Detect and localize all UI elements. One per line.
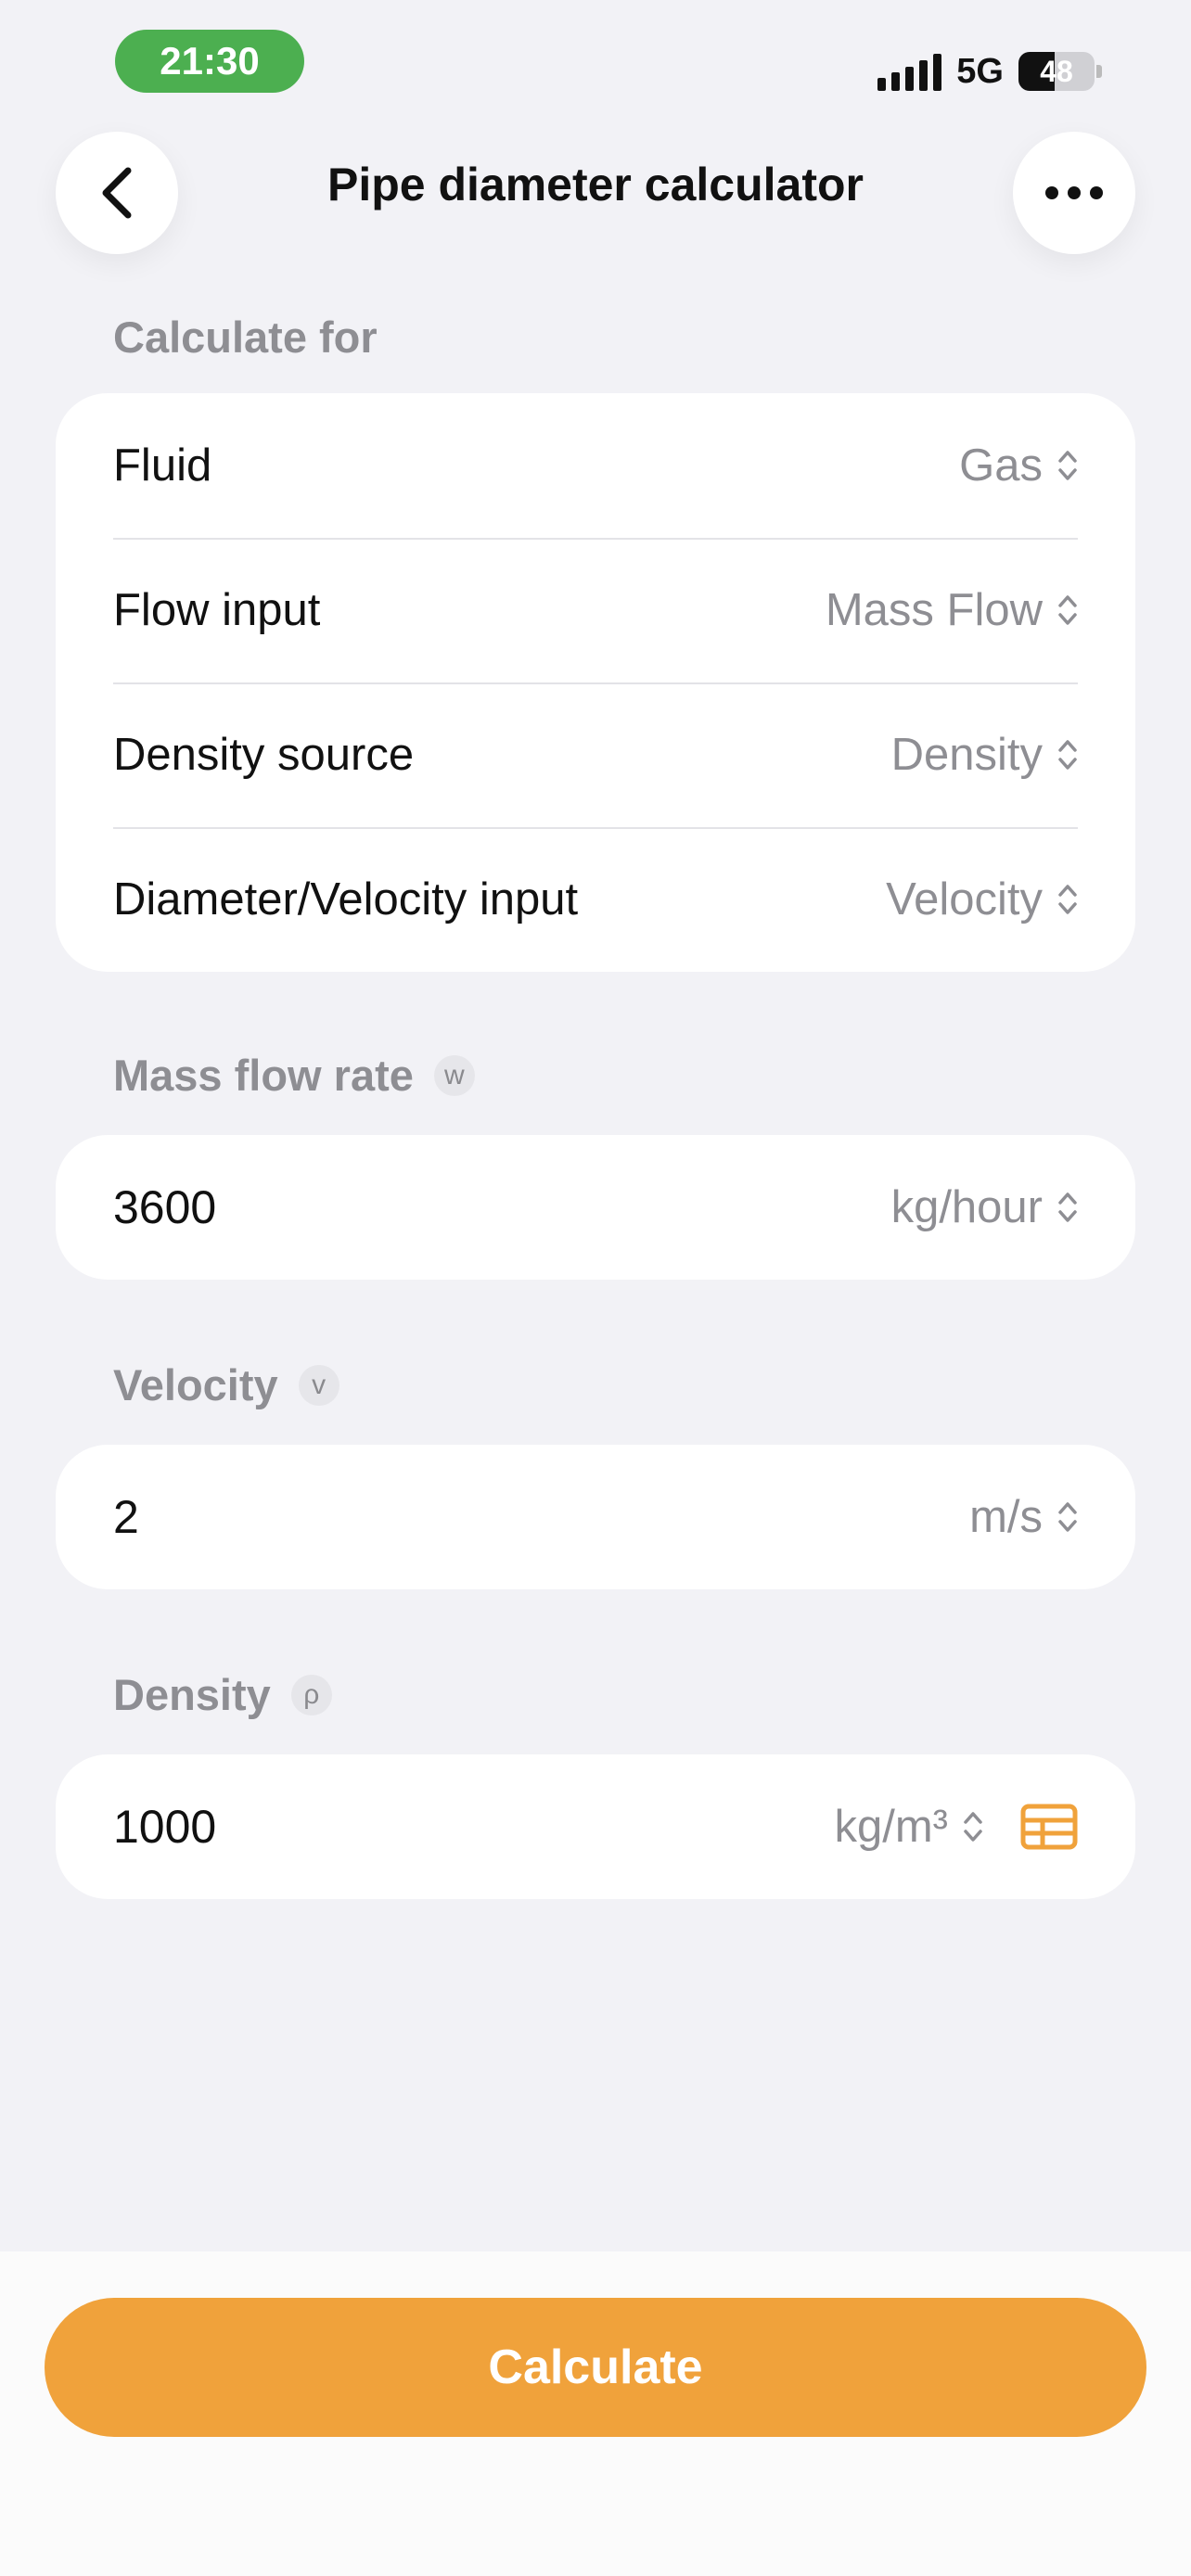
- more-button[interactable]: [1013, 132, 1135, 254]
- calculate-for-label: Calculate for: [113, 312, 378, 363]
- chevron-updown-icon: [1058, 451, 1077, 480]
- flow-input-value-text: Mass Flow: [825, 585, 1043, 635]
- density-unit-group: kg/m³: [835, 1801, 1079, 1853]
- fluid-selector[interactable]: Fluid Gas: [56, 393, 1135, 538]
- density-source-selector[interactable]: Density source Density: [56, 682, 1135, 827]
- mass-flow-symbol: w: [433, 1054, 475, 1096]
- mass-flow-input-card: 3600 kg/hour: [56, 1135, 1135, 1280]
- fluid-label: Fluid: [113, 440, 212, 491]
- chevron-updown-icon: [1058, 1502, 1077, 1532]
- diameter-velocity-label: Diameter/Velocity input: [113, 874, 579, 925]
- velocity-unit-selector[interactable]: m/s: [969, 1491, 1078, 1543]
- density-unit: kg/m³: [834, 1802, 949, 1852]
- page-title: Pipe diameter calculator: [327, 159, 864, 210]
- battery-icon: 48: [1018, 52, 1095, 91]
- flow-input-selector[interactable]: Flow input Mass Flow: [56, 538, 1135, 682]
- fluid-value: Gas: [959, 440, 1078, 491]
- table-icon[interactable]: [1020, 1804, 1078, 1850]
- network-type: 5G: [956, 51, 1004, 91]
- status-time: 21:30: [115, 30, 304, 93]
- velocity-input[interactable]: 2: [113, 1490, 139, 1544]
- mass-flow-label: Mass flow rate w: [113, 1050, 475, 1101]
- velocity-input-card: 2 m/s: [56, 1445, 1135, 1589]
- flow-input-value: Mass Flow: [826, 584, 1078, 636]
- density-source-value: Density: [891, 729, 1078, 781]
- density-unit-selector[interactable]: kg/m³: [835, 1801, 984, 1853]
- mass-flow-input[interactable]: 3600: [113, 1180, 216, 1234]
- status-indicators: 5G 48: [877, 45, 1102, 98]
- chevron-updown-icon: [1058, 1192, 1077, 1222]
- velocity-label: Velocity v: [113, 1359, 339, 1410]
- chevron-updown-icon: [1058, 885, 1077, 914]
- velocity-unit: m/s: [969, 1492, 1043, 1542]
- density-label: Density ρ: [113, 1669, 332, 1720]
- density-label-text: Density: [113, 1670, 271, 1719]
- pipe-diameter-screen: 21:30 5G 48 Pipe diameter calculator Cal…: [0, 0, 1191, 2576]
- diameter-velocity-value: Velocity: [886, 874, 1078, 925]
- chevron-updown-icon: [1058, 740, 1077, 770]
- chevron-updown-icon: [1058, 595, 1077, 625]
- ellipsis-icon: [1045, 186, 1103, 199]
- signal-icon: [877, 52, 942, 91]
- diameter-velocity-selector[interactable]: Diameter/Velocity input Velocity: [56, 827, 1135, 972]
- battery-cap: [1096, 65, 1102, 78]
- mass-flow-label-text: Mass flow rate: [113, 1051, 414, 1100]
- density-source-label: Density source: [113, 730, 415, 780]
- calculate-for-card: Fluid Gas Flow input Mass Flow Density s…: [56, 393, 1135, 972]
- mass-flow-unit: kg/hour: [890, 1182, 1043, 1232]
- battery-level: 48: [1040, 54, 1073, 88]
- density-input-card: 1000 kg/m³: [56, 1754, 1135, 1899]
- density-symbol: ρ: [290, 1674, 332, 1715]
- flow-input-label: Flow input: [113, 585, 321, 635]
- chevron-updown-icon: [964, 1812, 982, 1842]
- density-input[interactable]: 1000: [113, 1800, 216, 1854]
- diameter-velocity-value-text: Velocity: [886, 874, 1043, 925]
- calculate-button[interactable]: Calculate: [45, 2298, 1146, 2437]
- velocity-symbol: v: [298, 1364, 339, 1406]
- calculate-for-label-text: Calculate for: [113, 312, 378, 362]
- fluid-value-text: Gas: [959, 440, 1043, 491]
- mass-flow-unit-selector[interactable]: kg/hour: [891, 1181, 1078, 1233]
- density-source-value-text: Density: [890, 730, 1043, 780]
- velocity-label-text: Velocity: [113, 1360, 278, 1409]
